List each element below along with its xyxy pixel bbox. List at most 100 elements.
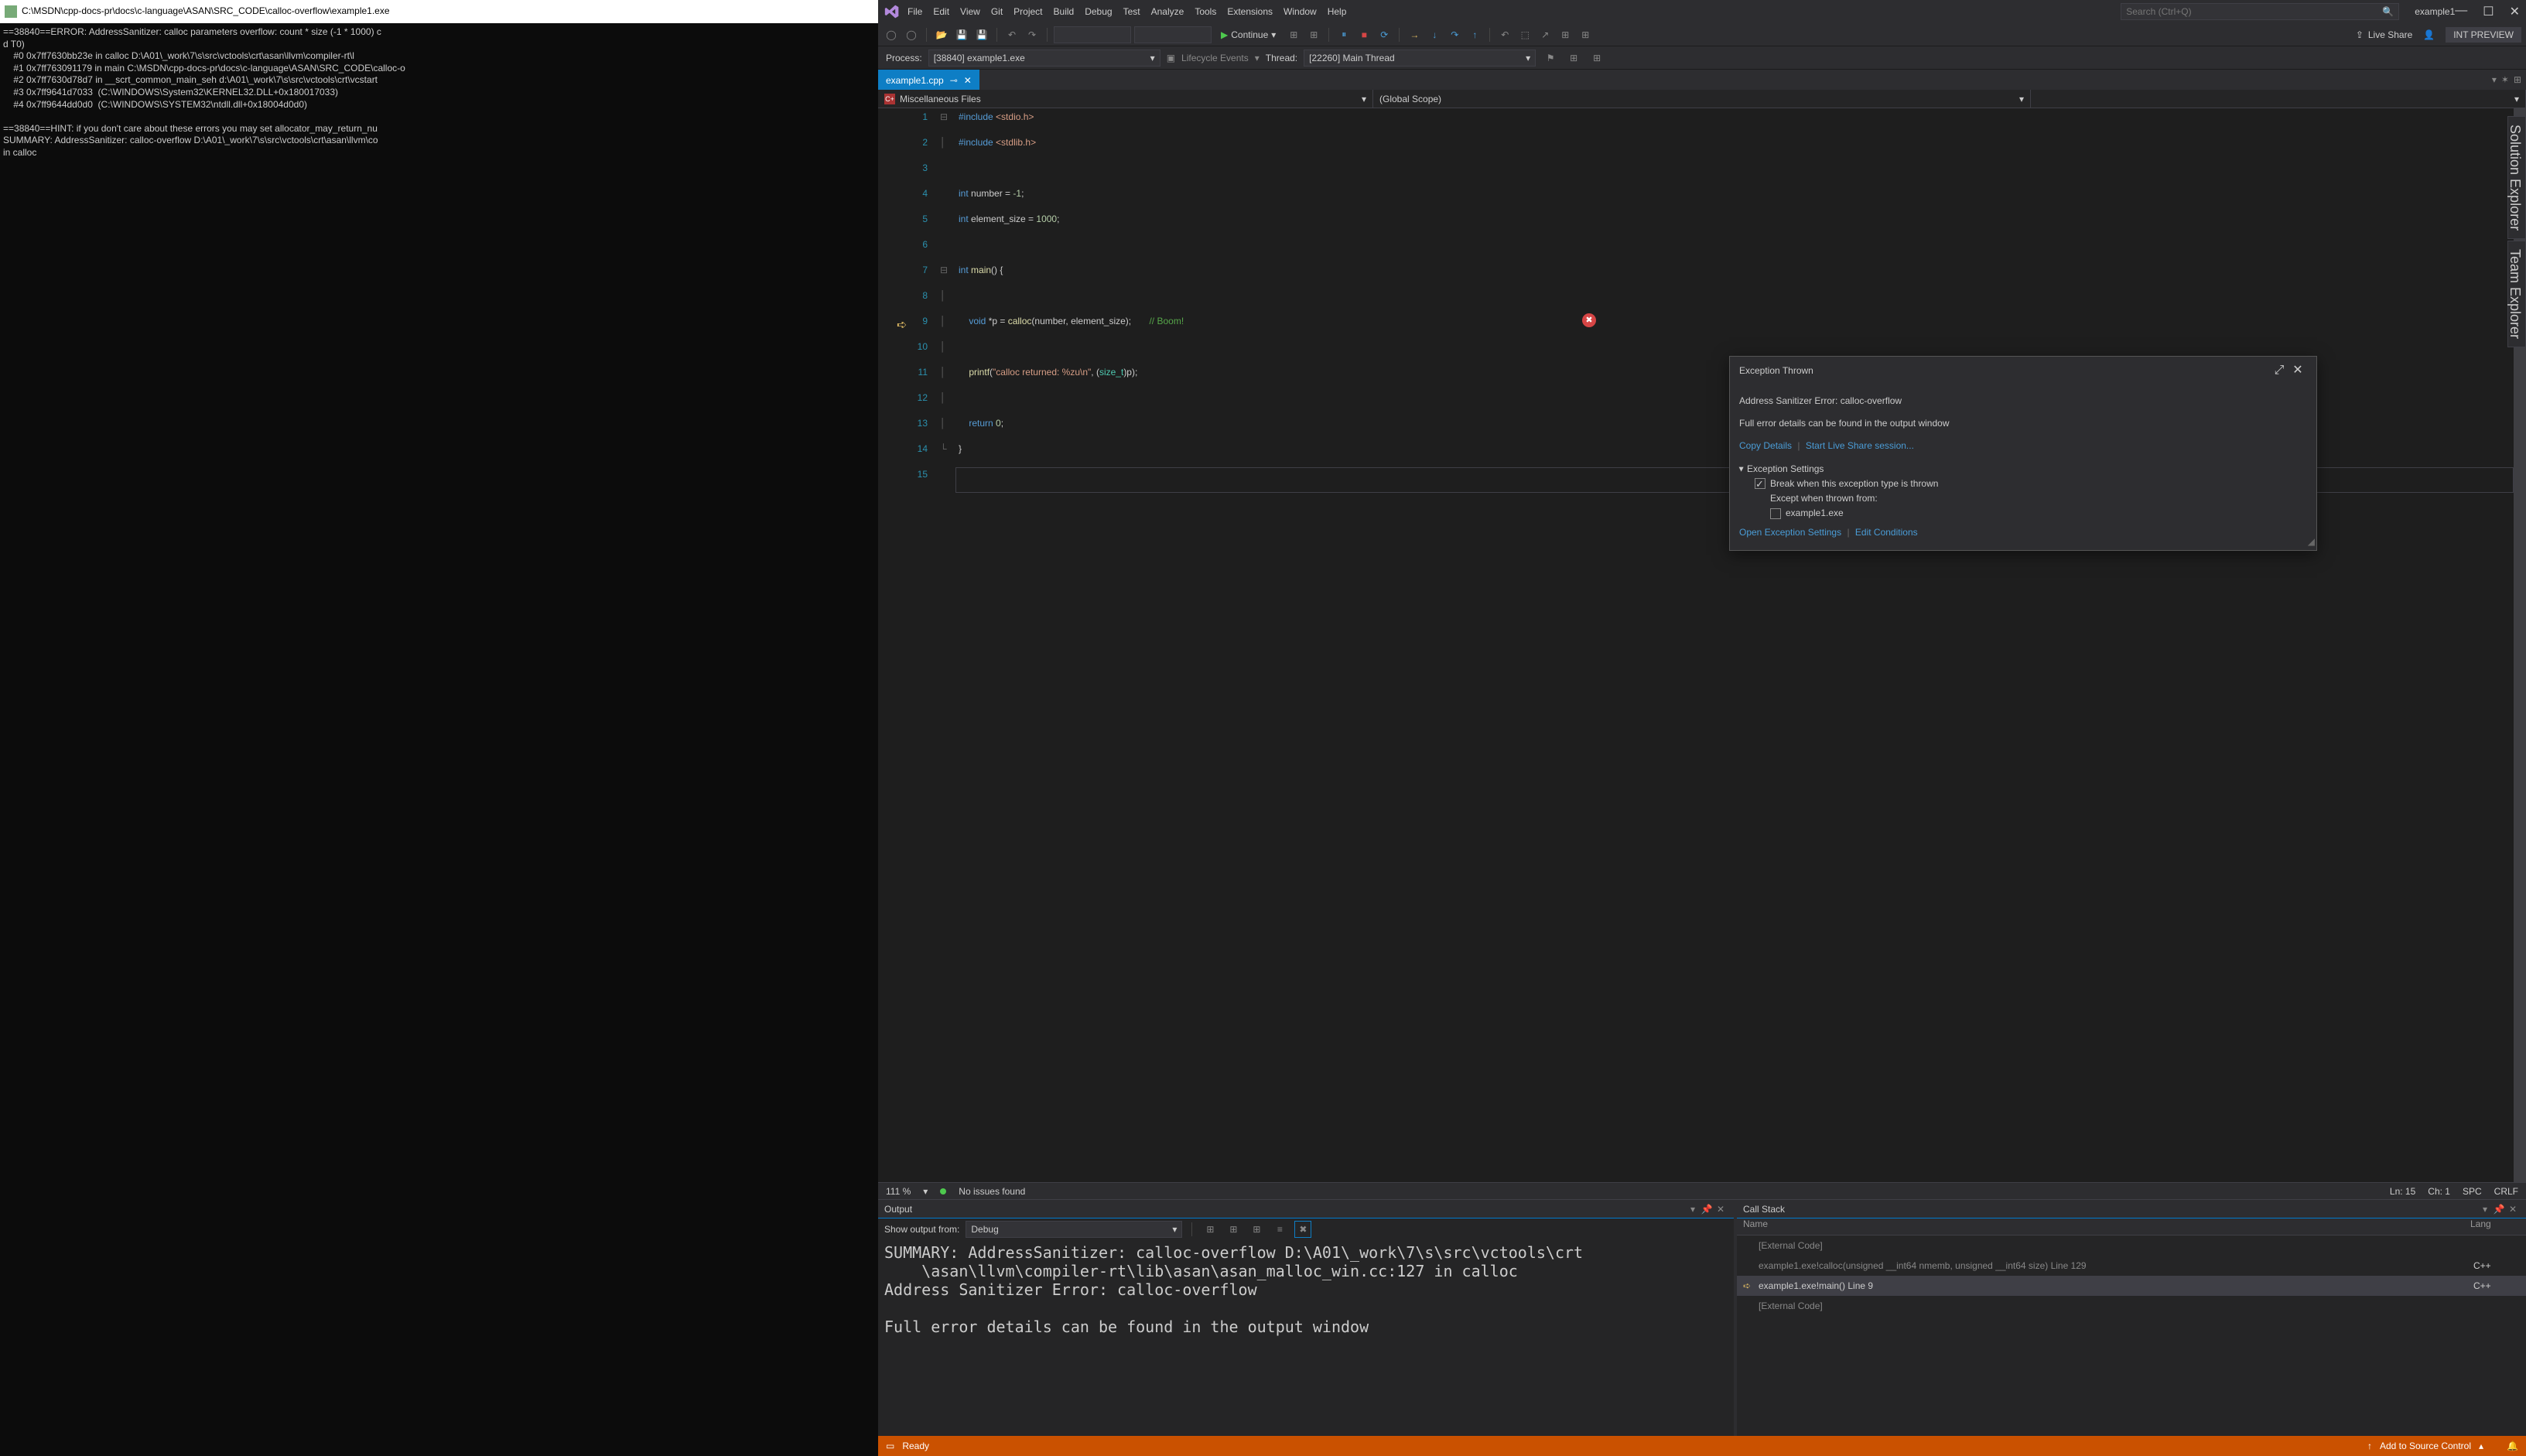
debug-props-icon[interactable]: ⊞ <box>1305 26 1322 43</box>
menu-analyze[interactable]: Analyze <box>1151 6 1184 17</box>
callstack-row[interactable]: ➪example1.exe!main() Line 9C++ <box>1737 1276 2526 1296</box>
close-icon[interactable]: ✕ <box>2506 1204 2520 1215</box>
pin-icon[interactable]: ⤢ <box>2270 361 2288 380</box>
console-output[interactable]: ==38840==ERROR: AddressSanitizer: calloc… <box>0 23 878 162</box>
break-when-checkbox[interactable]: Break when this exception type is thrown <box>1755 477 2307 491</box>
callstack-body[interactable]: [External Code]example1.exe!calloc(unsig… <box>1737 1236 2526 1436</box>
menu-window[interactable]: Window <box>1284 6 1317 17</box>
menu-extensions[interactable]: Extensions <box>1227 6 1273 17</box>
menu-edit[interactable]: Edit <box>933 6 949 17</box>
word-wrap-icon[interactable]: ≡ <box>1271 1221 1288 1238</box>
pause-icon[interactable]: ⏸ <box>1335 26 1352 43</box>
output-tool-icon[interactable]: ⊞ <box>1225 1221 1242 1238</box>
except-item-checkbox[interactable]: example1.exe <box>1770 506 2307 521</box>
checkbox-icon[interactable] <box>1755 478 1765 489</box>
start-live-share-link[interactable]: Start Live Share session... <box>1806 440 1914 451</box>
close-icon[interactable]: ✕ <box>1714 1204 1728 1215</box>
chevron-down-icon[interactable]: ▾ <box>1686 1204 1700 1215</box>
indent-indicator[interactable]: SPC <box>2463 1186 2482 1197</box>
callstack-row[interactable]: [External Code] <box>1737 1296 2526 1316</box>
nav-fwd-icon[interactable]: ◯ <box>903 26 920 43</box>
tool-icon-4[interactable]: ⊞ <box>1557 26 1574 43</box>
menu-git[interactable]: Git <box>991 6 1003 17</box>
console-titlebar[interactable]: C:\MSDN\cpp-docs-pr\docs\c-language\ASAN… <box>0 0 878 23</box>
tab-example1[interactable]: example1.cpp ⊸ ✕ <box>878 70 979 90</box>
config-select[interactable] <box>1054 26 1131 43</box>
step-over-icon[interactable]: ↷ <box>1446 26 1463 43</box>
zoom-level[interactable]: 111 % <box>886 1186 911 1197</box>
pin-icon[interactable]: 📌 <box>2492 1204 2506 1215</box>
feedback-icon[interactable]: 👤 <box>2423 29 2435 40</box>
stack2-icon[interactable]: ⊞ <box>1588 50 1605 67</box>
vs-titlebar[interactable]: File Edit View Git Project Build Debug T… <box>878 0 2526 23</box>
chevron-down-icon[interactable]: ▾ <box>2478 1204 2492 1215</box>
search-input[interactable] <box>2126 6 2382 17</box>
close-button[interactable]: ✕ <box>2510 4 2520 19</box>
open-exception-settings-link[interactable]: Open Exception Settings <box>1739 527 1841 538</box>
stop-icon[interactable]: ■ <box>1355 26 1372 43</box>
preview-icon[interactable]: ▾ <box>2492 74 2497 85</box>
live-share-button[interactable]: ⇪ Live Share <box>2348 29 2420 40</box>
eol-indicator[interactable]: CRLF <box>2494 1186 2518 1197</box>
code-editor[interactable]: 123456789101112131415 ⊟│⊟││││││└ #includ… <box>878 108 2526 1182</box>
debug-target-icon[interactable]: ⊞ <box>1285 26 1302 43</box>
code-content[interactable]: #include <stdio.h> #include <stdlib.h> i… <box>955 108 2514 1182</box>
pin-icon[interactable]: 📌 <box>1700 1204 1714 1215</box>
undo-icon[interactable]: ↶ <box>1003 26 1020 43</box>
error-glyph-icon[interactable]: ✖ <box>1582 313 1596 327</box>
menu-debug[interactable]: Debug <box>1085 6 1112 17</box>
menu-test[interactable]: Test <box>1123 6 1140 17</box>
flag-icon[interactable]: ⚑ <box>1542 50 1559 67</box>
add-icon[interactable]: ⊞ <box>2514 74 2521 85</box>
platform-select[interactable] <box>1134 26 1212 43</box>
menu-tools[interactable]: Tools <box>1195 6 1216 17</box>
chevron-up-icon[interactable]: ▴ <box>2479 1441 2483 1451</box>
search-icon[interactable]: 🔍 <box>2382 6 2394 17</box>
step-into-icon[interactable]: ↓ <box>1426 26 1443 43</box>
pin-icon[interactable]: ⊸ <box>950 75 958 86</box>
maximize-button[interactable]: ☐ <box>2483 4 2494 19</box>
tool-icon-5[interactable]: ⊞ <box>1577 26 1594 43</box>
menu-help[interactable]: Help <box>1328 6 1347 17</box>
output-tool-icon[interactable]: ⊞ <box>1248 1221 1265 1238</box>
menu-project[interactable]: Project <box>1013 6 1042 17</box>
col-lang[interactable]: Lang <box>2464 1218 2526 1235</box>
save-icon[interactable]: 💾 <box>953 26 970 43</box>
menu-build[interactable]: Build <box>1054 6 1075 17</box>
scope-project[interactable]: C+Miscellaneous Files ▾ <box>878 90 1373 108</box>
redo-icon[interactable]: ↷ <box>1024 26 1041 43</box>
restart-icon[interactable]: ⟳ <box>1376 26 1393 43</box>
line-indicator[interactable]: Ln: 15 <box>2390 1186 2415 1197</box>
thread-select[interactable]: [22260] Main Thread▾ <box>1304 50 1536 67</box>
step-out-icon[interactable]: ↑ <box>1466 26 1483 43</box>
source-control-up-icon[interactable]: ↑ <box>2367 1441 2372 1451</box>
tab-team-explorer[interactable]: Team Explorer <box>2507 241 2526 347</box>
settings-icon[interactable]: ✶ <box>2501 74 2509 85</box>
resize-grip-icon[interactable]: ◢ <box>2308 535 2315 549</box>
copy-details-link[interactable]: Copy Details <box>1739 440 1792 451</box>
checkbox-icon[interactable] <box>1770 508 1781 519</box>
lifecycle-label[interactable]: Lifecycle Events <box>1181 53 1249 63</box>
exception-settings-header[interactable]: Exception Settings <box>1739 462 2307 477</box>
menu-file[interactable]: File <box>908 6 922 17</box>
tool-icon-3[interactable]: ↗ <box>1536 26 1554 43</box>
col-name[interactable]: Name <box>1737 1218 2464 1235</box>
output-tool-icon[interactable]: ⊞ <box>1201 1221 1219 1238</box>
col-indicator[interactable]: Ch: 1 <box>2428 1186 2450 1197</box>
process-select[interactable]: [38840] example1.exe▾ <box>928 50 1160 67</box>
minimize-button[interactable]: — <box>2455 4 2467 19</box>
show-next-icon[interactable]: → <box>1406 26 1423 43</box>
nav-back-icon[interactable]: ◯ <box>883 26 900 43</box>
chevron-down-icon[interactable]: ▾ <box>923 1186 928 1197</box>
add-source-control[interactable]: Add to Source Control <box>2380 1441 2471 1451</box>
clear-icon[interactable]: ✖ <box>1294 1221 1311 1238</box>
menu-view[interactable]: View <box>960 6 980 17</box>
quick-search[interactable]: 🔍 <box>2121 3 2399 20</box>
tab-solution-explorer[interactable]: Solution Explorer <box>2507 116 2526 239</box>
output-source-select[interactable]: Debug▾ <box>966 1221 1182 1238</box>
stack-icon[interactable]: ⊞ <box>1565 50 1582 67</box>
continue-button[interactable]: ▶ Continue ▾ <box>1215 26 1282 44</box>
open-file-icon[interactable]: 📂 <box>933 26 950 43</box>
lifecycle-icon[interactable]: ▣ <box>1167 53 1175 63</box>
scope-member[interactable]: ▾ <box>2031 90 2526 108</box>
